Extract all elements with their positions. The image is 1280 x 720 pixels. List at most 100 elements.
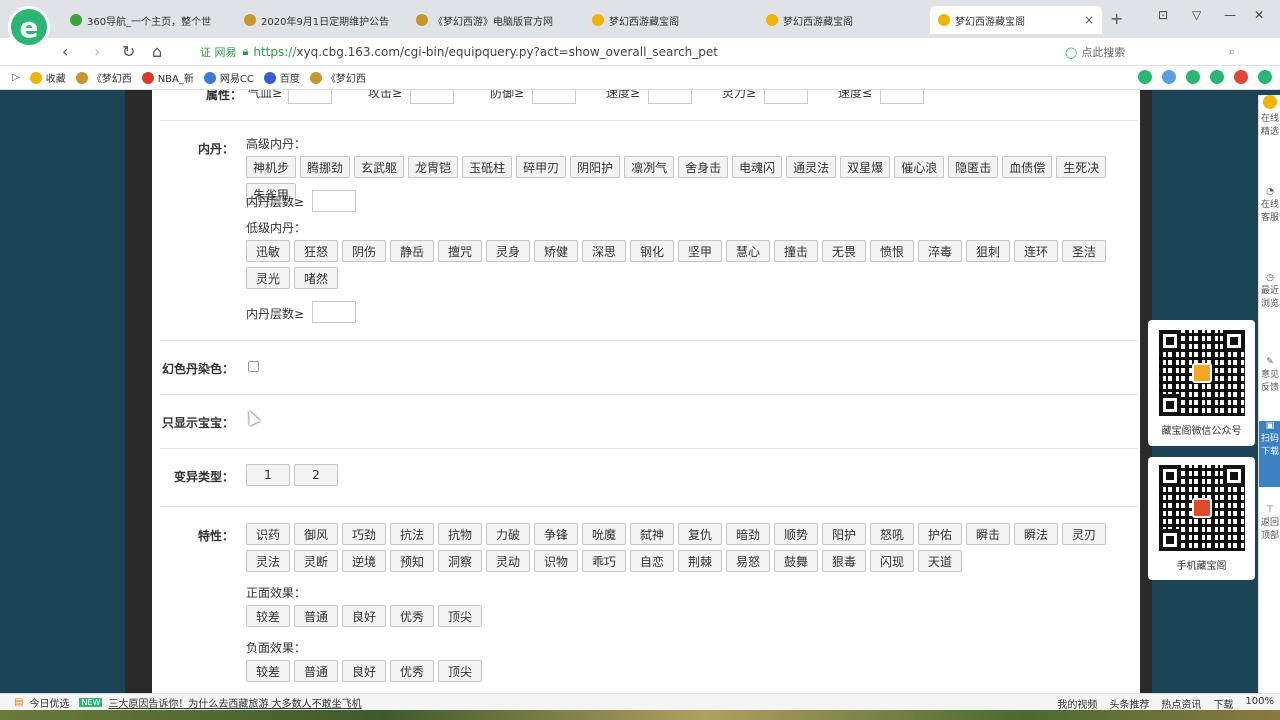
tool-item-service[interactable]: ◔ 在线客服 bbox=[1259, 187, 1280, 223]
tab-5[interactable]: 梦幻西游藏宝阁 bbox=[758, 6, 928, 34]
negative-effect-button[interactable]: 普通 bbox=[294, 660, 338, 682]
bookmark-item[interactable]: NBA_新 bbox=[141, 70, 194, 85]
trait-option-button[interactable]: 鼓舞 bbox=[774, 550, 818, 572]
trait-option-button[interactable]: 暗劲 bbox=[726, 523, 770, 545]
negative-effect-button[interactable]: 较差 bbox=[246, 660, 290, 682]
low-neidan-option-button[interactable]: 阴伤 bbox=[342, 240, 386, 262]
low-neidan-option-button[interactable]: 钢化 bbox=[630, 240, 674, 262]
low-neidan-option-button[interactable]: 灵身 bbox=[486, 240, 530, 262]
extension-icon[interactable] bbox=[1138, 70, 1152, 84]
tool-item-history[interactable]: ◷ 最近浏览 bbox=[1259, 273, 1280, 309]
trait-option-button[interactable]: 顺势 bbox=[774, 523, 818, 545]
back-icon[interactable]: ‹ bbox=[62, 42, 68, 61]
close-window-icon[interactable]: ✕ bbox=[1254, 8, 1264, 22]
bookmark-item[interactable]: 收藏 bbox=[29, 70, 66, 85]
search-icon[interactable]: ⌕ bbox=[1229, 45, 1235, 59]
low-neidan-option-button[interactable]: 愤恨 bbox=[870, 240, 914, 262]
reload-icon[interactable]: ↻ bbox=[122, 42, 135, 61]
trait-option-button[interactable]: 弑神 bbox=[630, 523, 674, 545]
positive-effect-button[interactable]: 良好 bbox=[342, 605, 386, 627]
low-neidan-option-button[interactable]: 狂怒 bbox=[294, 240, 338, 262]
low-neidan-option-button[interactable]: 深思 bbox=[582, 240, 626, 262]
tool-item-top[interactable]: ⊤ 返回顶部 bbox=[1259, 505, 1280, 541]
high-neidan-option-button[interactable]: 血债偿 bbox=[1002, 156, 1053, 178]
positive-effect-button[interactable]: 较差 bbox=[246, 605, 290, 627]
tool-item-download[interactable]: ▣ 扫码下载 bbox=[1259, 421, 1280, 487]
positive-effect-button[interactable]: 普通 bbox=[294, 605, 338, 627]
trait-option-button[interactable]: 狠毒 bbox=[822, 550, 866, 572]
high-neidan-option-button[interactable]: 舍身击 bbox=[678, 156, 729, 178]
trait-option-button[interactable]: 易怒 bbox=[726, 550, 770, 572]
bookmark-item[interactable]: 《梦幻西 bbox=[75, 70, 132, 85]
low-neidan-option-button[interactable]: 连环 bbox=[1014, 240, 1058, 262]
low-neidan-option-button[interactable]: 圣洁 bbox=[1062, 240, 1106, 262]
high-neidan-option-button[interactable]: 玉砥柱 bbox=[462, 156, 513, 178]
trait-option-button[interactable]: 荆棘 bbox=[678, 550, 722, 572]
negative-effect-button[interactable]: 良好 bbox=[342, 660, 386, 682]
extension-icon[interactable] bbox=[1258, 70, 1272, 84]
high-neidan-option-button[interactable]: 通灵法 bbox=[786, 156, 837, 178]
attr-input-mag[interactable] bbox=[764, 90, 808, 104]
low-neidan-option-button[interactable]: 啫然 bbox=[294, 267, 338, 289]
high-neidan-option-button[interactable]: 腾挪劲 bbox=[300, 156, 351, 178]
attr-input-def[interactable] bbox=[532, 90, 576, 104]
forward-icon[interactable]: › bbox=[94, 42, 100, 61]
low-neidan-option-button[interactable]: 撞击 bbox=[774, 240, 818, 262]
trait-option-button[interactable]: 闪现 bbox=[870, 550, 914, 572]
trait-option-button[interactable]: 阳护 bbox=[822, 523, 866, 545]
mutation-option-button[interactable]: 2 bbox=[294, 464, 338, 486]
trait-option-button[interactable]: 吮魔 bbox=[582, 523, 626, 545]
attr-input-atk[interactable] bbox=[410, 90, 454, 104]
trait-option-button[interactable]: 争锋 bbox=[534, 523, 578, 545]
low-neidan-option-button[interactable]: 淬毒 bbox=[918, 240, 962, 262]
extension-icon[interactable] bbox=[1210, 70, 1224, 84]
search-input[interactable]: ◯ 点此搜索 ⌕ bbox=[1065, 42, 1235, 62]
attr-input-hp[interactable] bbox=[288, 90, 332, 104]
download-button[interactable]: 下载 bbox=[1213, 696, 1233, 711]
trait-option-button[interactable]: 识物 bbox=[534, 550, 578, 572]
high-neidan-option-button[interactable]: 龙胄铠 bbox=[408, 156, 459, 178]
trait-option-button[interactable]: 逆境 bbox=[342, 550, 386, 572]
low-neidan-option-button[interactable]: 无畏 bbox=[822, 240, 866, 262]
high-neidan-option-button[interactable]: 催心浪 bbox=[894, 156, 945, 178]
trait-option-button[interactable]: 御风 bbox=[294, 523, 338, 545]
high-neidan-option-button[interactable]: 隐匿击 bbox=[948, 156, 999, 178]
negative-effect-button[interactable]: 优秀 bbox=[390, 660, 434, 682]
negative-effect-button[interactable]: 顶尖 bbox=[438, 660, 482, 682]
positive-effect-button[interactable]: 顶尖 bbox=[438, 605, 482, 627]
low-neidan-option-button[interactable]: 静岳 bbox=[390, 240, 434, 262]
low-neidan-layers-input[interactable] bbox=[312, 301, 356, 323]
trait-option-button[interactable]: 力破 bbox=[486, 523, 530, 545]
high-neidan-option-button[interactable]: 电魂闪 bbox=[732, 156, 783, 178]
tab-2[interactable]: 2020年9月1日定期维护公告 bbox=[236, 6, 406, 34]
positive-effect-button[interactable]: 优秀 bbox=[390, 605, 434, 627]
trait-option-button[interactable]: 灵动 bbox=[486, 550, 530, 572]
low-neidan-option-button[interactable]: 坚甲 bbox=[678, 240, 722, 262]
high-neidan-option-button[interactable]: 生死决 bbox=[1056, 156, 1107, 178]
high-neidan-option-button[interactable]: 凛冽气 bbox=[624, 156, 675, 178]
tab-6-active[interactable]: 梦幻西游藏宝阁 × bbox=[930, 6, 1102, 34]
trait-option-button[interactable]: 识药 bbox=[246, 523, 290, 545]
high-neidan-option-button[interactable]: 玄武躯 bbox=[354, 156, 405, 178]
tab-1[interactable]: 360导航_一个主页，整个世 bbox=[62, 6, 234, 34]
trait-option-button[interactable]: 预知 bbox=[390, 550, 434, 572]
url-field[interactable]: 证 网易 🔒︎ https:// xyq.cbg.163.com/cgi-bin… bbox=[200, 41, 1050, 63]
tool-item-featured[interactable]: 在线精选 bbox=[1259, 95, 1280, 137]
trait-option-button[interactable]: 瞬法 bbox=[1014, 523, 1058, 545]
cert-badge[interactable]: 证 网易 bbox=[200, 44, 237, 60]
trait-option-button[interactable]: 护佑 bbox=[918, 523, 962, 545]
minimize-icon[interactable]: — bbox=[1224, 8, 1236, 22]
extension-icon[interactable] bbox=[1234, 70, 1248, 84]
new-tab-button[interactable]: + bbox=[1110, 9, 1123, 28]
attr-input-spd-max[interactable] bbox=[880, 90, 924, 104]
high-neidan-option-button[interactable]: 神机步 bbox=[246, 156, 297, 178]
trait-option-button[interactable]: 灵法 bbox=[246, 550, 290, 572]
extension-icon[interactable] bbox=[1186, 70, 1200, 84]
mutation-option-button[interactable]: 1 bbox=[246, 464, 290, 486]
tab-close-icon[interactable]: × bbox=[1084, 13, 1094, 27]
sidebar-toggle-icon[interactable]: ▷ bbox=[12, 72, 20, 83]
high-neidan-option-button[interactable]: 双星爆 bbox=[840, 156, 891, 178]
low-neidan-option-button[interactable]: 迅敏 bbox=[246, 240, 290, 262]
color-dye-checkbox[interactable] bbox=[248, 361, 259, 372]
high-neidan-option-button[interactable]: 碎甲刃 bbox=[516, 156, 567, 178]
